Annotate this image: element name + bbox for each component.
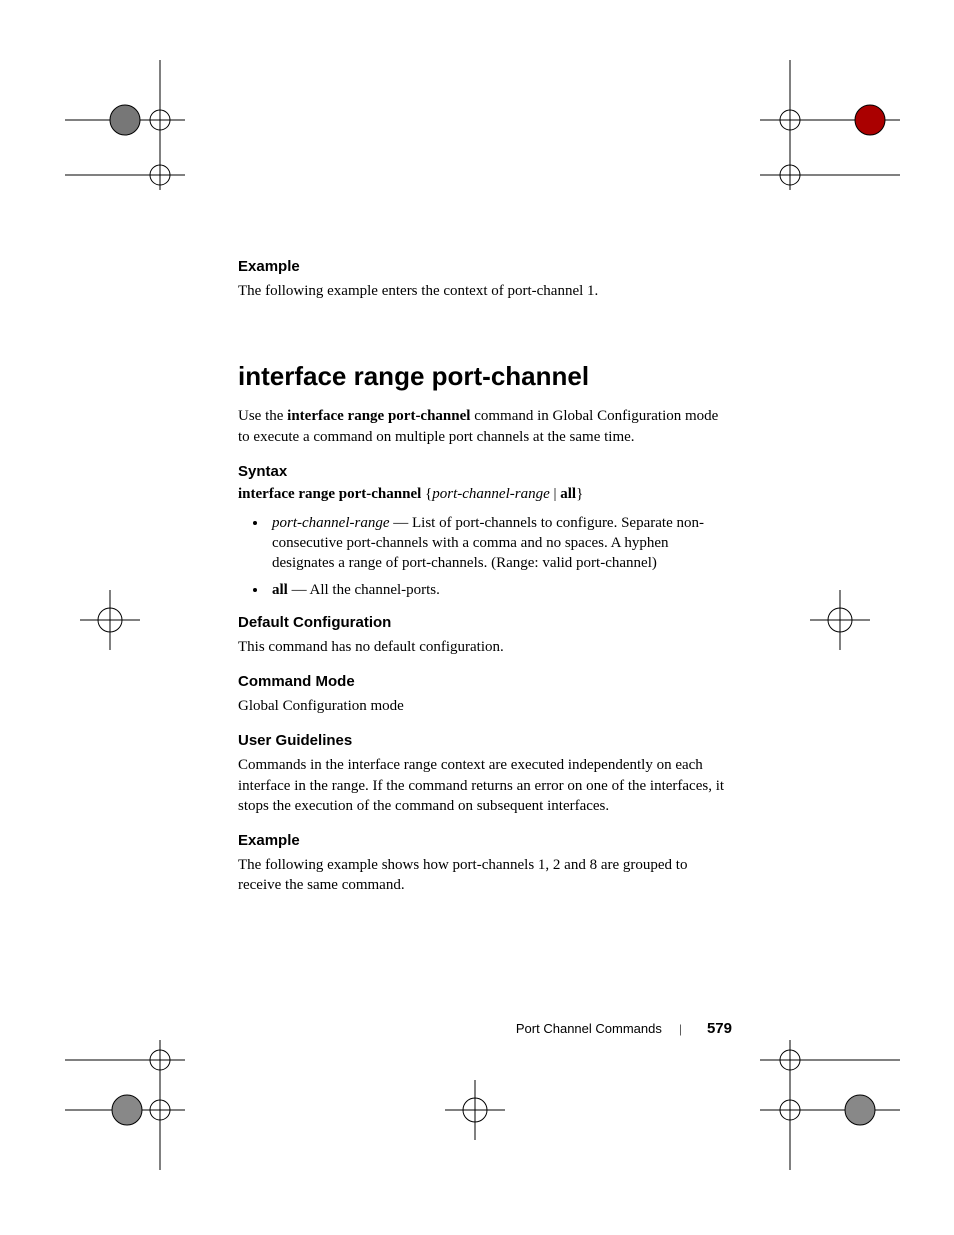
command-intro: Use the interface range port-channel com… [238,406,728,447]
syntax-heading: Syntax [238,463,728,480]
bullet2-term: all [272,582,288,598]
bullet1-term: port-channel-range [272,515,389,531]
syntax-close: } [576,486,583,502]
example2-text: The following example shows how port-cha… [238,855,728,896]
list-item: port-channel-range — List of port-channe… [268,513,728,574]
syntax-cmd: interface range port-channel [238,486,421,502]
footer-page-number: 579 [707,1020,732,1037]
syntax-all: all [560,486,576,502]
example1-heading: Example [238,258,728,275]
registration-mark-icon [65,60,185,190]
intro-prefix: Use the [238,408,287,424]
intro-bold: interface range port-channel [287,408,470,424]
example1-text: The following example enters the context… [238,281,728,301]
footer-separator: | [679,1021,682,1036]
syntax-line: interface range port-channel {port-chann… [238,486,728,503]
command-title: interface range port-channel [238,361,728,392]
registration-mark-icon [445,1080,505,1140]
syntax-open: { [421,486,432,502]
registration-mark-icon [760,1040,900,1170]
registration-mark-icon [80,590,140,650]
list-item: all — All the channel-ports. [268,580,728,600]
page-content: Example The following example enters the… [238,258,728,912]
example2-heading: Example [238,832,728,849]
footer-chapter: Port Channel Commands [516,1021,662,1036]
guidelines-text: Commands in the interface range context … [238,755,728,816]
cmdmode-heading: Command Mode [238,673,728,690]
defaultcfg-heading: Default Configuration [238,614,728,631]
syntax-pipe: | [550,486,561,502]
bullet2-rest: — All the channel-ports. [288,582,440,598]
registration-mark-icon [760,60,900,190]
page-footer: Port Channel Commands | 579 [0,1020,954,1037]
registration-mark-icon [810,590,870,650]
registration-mark-icon [65,1040,185,1170]
defaultcfg-text: This command has no default configuratio… [238,637,728,657]
guidelines-heading: User Guidelines [238,732,728,749]
syntax-param: port-channel-range [432,486,549,502]
syntax-bullets: port-channel-range — List of port-channe… [238,513,728,600]
cmdmode-text: Global Configuration mode [238,696,728,716]
